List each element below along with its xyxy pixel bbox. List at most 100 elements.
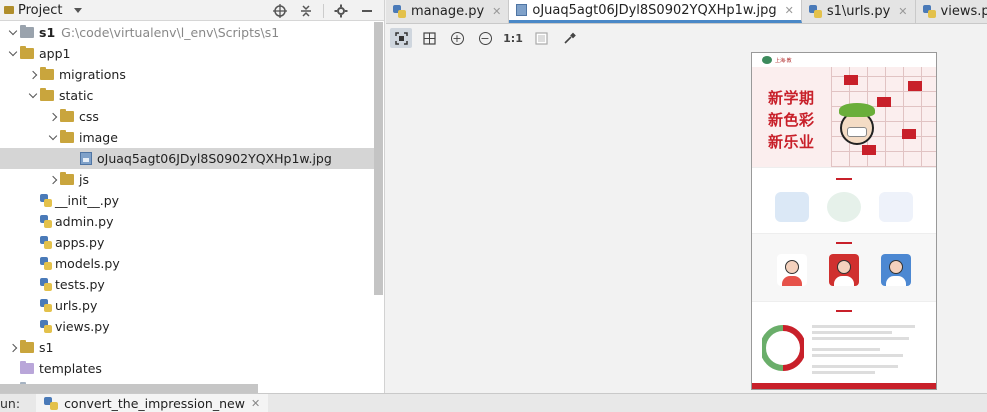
collapsed-arrow-icon[interactable]: [6, 345, 20, 351]
run-config-tab[interactable]: convert_the_impression_new ✕: [36, 393, 269, 412]
collapsed-arrow-icon[interactable]: [46, 114, 60, 120]
project-toolbar: [271, 2, 376, 19]
lab-illustration: [879, 192, 913, 222]
hide-panel-icon[interactable]: [358, 2, 376, 19]
tree-item-label: app1: [39, 46, 71, 61]
banner-line-1: 新学期: [768, 89, 815, 107]
image-file-icon: [80, 152, 92, 165]
tree-item-hint: G:\code\virtualenv\l_env\Scripts\s1: [61, 25, 280, 40]
editor-tab[interactable]: s1\urls.py ✕: [802, 0, 916, 23]
tree-item[interactable]: models.py: [0, 253, 374, 274]
chevron-down-icon: [74, 7, 83, 13]
editor-area: manage.py ✕ oJuaq5agt06JDyl8S0902YQXHp1w.j…: [386, 0, 987, 393]
tree-item[interactable]: image: [0, 127, 374, 148]
vertical-scrollbar[interactable]: [374, 22, 383, 295]
zoom-out-icon[interactable]: −: [474, 28, 496, 48]
python-file-icon: [40, 299, 52, 312]
study-illustration: [775, 192, 809, 222]
tree-item[interactable]: app1: [0, 43, 374, 64]
folder-icon: [40, 67, 54, 80]
school-logo-icon: [762, 56, 772, 64]
close-icon[interactable]: ✕: [251, 397, 260, 410]
poster-header: 上海·教: [752, 53, 936, 67]
staff-card: [881, 254, 911, 286]
teacher-illustration: [827, 192, 861, 222]
project-panel: Project s1 G:\code\virtualenv\l_env\Scrip…: [0, 0, 385, 393]
tab-label: manage.py: [411, 4, 485, 19]
tree-item-label: oJuaq5agt06JDyl8S0902YQXHp1w.jpg: [97, 151, 332, 166]
tab-label: s1\urls.py: [826, 4, 891, 19]
tree-item[interactable]: s1: [0, 337, 374, 358]
banner-line-3: 新乐业: [768, 133, 815, 151]
tree-item[interactable]: tests.py: [0, 274, 374, 295]
tree-item[interactable]: static: [0, 85, 374, 106]
expanded-arrow-icon[interactable]: [6, 52, 20, 55]
horizontal-scrollbar[interactable]: [0, 384, 258, 393]
tree-item-label: s1: [39, 25, 56, 40]
tree-item-label: js: [79, 172, 89, 187]
actual-size-button[interactable]: 1:1: [502, 28, 524, 48]
python-file-icon: [922, 5, 936, 18]
calendar-tile: [908, 81, 922, 91]
tree-item[interactable]: __init__.py: [0, 190, 374, 211]
folder-icon: [60, 130, 74, 143]
tree-item-label: views.py: [55, 319, 110, 334]
expanded-arrow-icon[interactable]: [6, 31, 20, 34]
close-icon[interactable]: ✕: [492, 5, 501, 18]
run-config-name: convert_the_impression_new: [64, 395, 245, 411]
tree-item-label: templates: [39, 361, 102, 376]
collapsed-arrow-icon[interactable]: [26, 72, 40, 78]
poster-section-staff: [752, 233, 936, 301]
folder-icon: [20, 340, 34, 353]
poster-logo-text: 上海·教: [775, 57, 792, 64]
close-icon[interactable]: ✕: [785, 4, 794, 17]
zoom-in-icon[interactable]: +: [446, 28, 468, 48]
folder-icon: [60, 172, 74, 185]
tree-item[interactable]: oJuaq5agt06JDyl8S0902YQXHp1w.jpg: [0, 148, 374, 169]
face-mask-graphic: [847, 127, 867, 137]
tree-item[interactable]: urls.py: [0, 295, 374, 316]
python-file-icon: [40, 194, 52, 207]
grid-toggle-icon[interactable]: [418, 28, 440, 48]
expanded-arrow-icon[interactable]: [46, 136, 60, 139]
tree-item-label: apps.py: [55, 235, 105, 250]
tab-label: oJuaq5agt06JDyl8S0902YQXHp1w.jpg: [532, 2, 777, 18]
fit-zoom-icon[interactable]: [390, 28, 412, 48]
tree-item-label: css: [79, 109, 99, 124]
folder-icon: [60, 109, 74, 122]
tree-item[interactable]: migrations: [0, 64, 374, 85]
collapsed-arrow-icon[interactable]: [46, 177, 60, 183]
editor-tabs: manage.py ✕ oJuaq5agt06JDyl8S0902YQXHp1w.j…: [386, 0, 987, 24]
tree-item[interactable]: templates: [0, 358, 374, 379]
project-view-selector[interactable]: Project: [4, 3, 83, 18]
tab-label: views.py: [940, 4, 987, 19]
tree-item-label: migrations: [59, 67, 126, 82]
editor-tab[interactable]: oJuaq5agt06JDyl8S0902YQXHp1w.jpg ✕: [509, 0, 802, 23]
poster-section-info: [752, 301, 936, 385]
run-label: un:: [0, 395, 21, 411]
tree-item[interactable]: css: [0, 106, 374, 127]
editor-tab[interactable]: views.py✕: [916, 0, 987, 23]
calendar-tile: [844, 75, 858, 85]
tree-item[interactable]: apps.py: [0, 232, 374, 253]
expanded-arrow-icon[interactable]: [26, 94, 40, 97]
color-picker-icon[interactable]: [558, 28, 580, 48]
locate-target-icon[interactable]: [271, 2, 289, 19]
project-tree: s1 G:\code\virtualenv\l_env\Scripts\s1app…: [0, 22, 374, 393]
tree-item[interactable]: s1 G:\code\virtualenv\l_env\Scripts\s1: [0, 22, 374, 43]
tree-item-label: urls.py: [55, 298, 98, 313]
python-file-icon: [40, 215, 52, 228]
background-toggle-icon[interactable]: [530, 28, 552, 48]
collapse-all-icon[interactable]: [297, 2, 315, 19]
image-viewer-toolbar: + − 1:1: [386, 24, 987, 52]
close-icon[interactable]: ✕: [898, 5, 907, 18]
tree-item[interactable]: admin.py: [0, 211, 374, 232]
tree-item[interactable]: js: [0, 169, 374, 190]
gear-icon[interactable]: [332, 2, 350, 19]
python-run-icon: [44, 396, 59, 410]
project-folder-icon: [4, 6, 14, 14]
tree-item[interactable]: views.py: [0, 316, 374, 337]
editor-tab[interactable]: manage.py ✕: [386, 0, 510, 23]
folder-icon: [20, 46, 34, 59]
tree-item-label: tests.py: [55, 277, 105, 292]
